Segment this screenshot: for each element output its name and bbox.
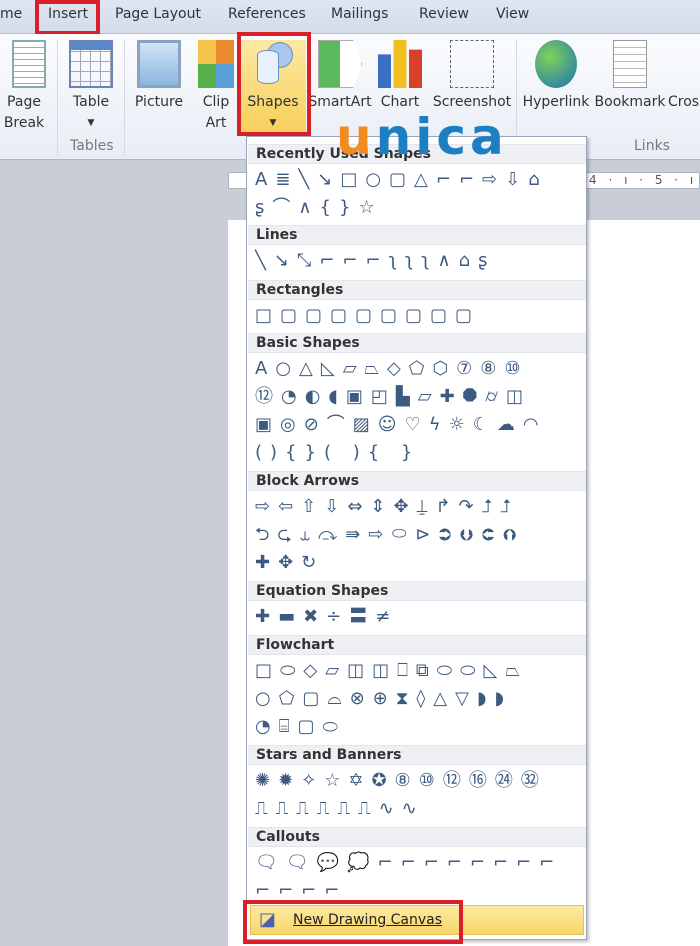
section-header: Callouts (248, 827, 586, 847)
page-break-icon (12, 40, 46, 88)
shape-icon-row[interactable]: ◔⌸▢⬭ (255, 714, 585, 740)
tab-references[interactable]: References (228, 6, 306, 22)
highlight-shapes (237, 32, 311, 136)
shape-icon-row[interactable]: ✚▬✖÷〓≠ (255, 604, 585, 630)
section-header: Block Arrows (248, 471, 586, 491)
tab-view[interactable]: View (496, 6, 529, 22)
shape-icon-row[interactable]: □⬭◇▱◫◫⎕⧉⬭⬭◺⏢ (255, 658, 585, 684)
page-break-button[interactable]: Page Break (0, 40, 48, 134)
smartart-icon (318, 40, 362, 88)
divider (57, 40, 58, 156)
shape-icon-row[interactable]: ⑫◔◐◖▣◰▙▱✚⯃⌭◫ (255, 384, 585, 410)
section-header: Flowchart (248, 635, 586, 655)
section-header: Rectangles (248, 280, 586, 300)
table-icon (69, 40, 113, 88)
section-header: Stars and Banners (248, 745, 586, 765)
chevron-down-icon: ▼ (87, 118, 95, 128)
unica-watermark-logo: unica (336, 108, 508, 166)
globe-link-icon (535, 40, 577, 88)
group-links: Links (634, 138, 670, 154)
picture-icon (137, 40, 181, 88)
chart-icon (378, 40, 422, 88)
table-button[interactable]: Table ▼ (66, 40, 116, 134)
shape-icon-row[interactable]: 🗨🗨💬💭⌐⌐⌐⌐⌐⌐⌐⌐ (255, 850, 585, 876)
section-header: Lines (248, 225, 586, 245)
shape-icon-row[interactable]: □▢▢▢▢▢▢▢▢ (255, 303, 585, 329)
cross-reference-button[interactable]: Cros (668, 40, 700, 113)
highlight-new-canvas (243, 900, 463, 944)
picture-button[interactable]: Picture (132, 40, 186, 113)
shape-icon-row[interactable]: ✺✹✧☆✡✪⑧⑩⑫⑯㉔㉜ (255, 768, 585, 794)
shapes-gallery: ◪ New Drawing Canvas Recently Used Shapes… (246, 136, 587, 940)
shape-icon-row[interactable]: ⇨⇦⇧⇩⇔⇕✥⍊↱↷⮥⮥ (255, 494, 585, 520)
highlight-insert (35, 0, 100, 35)
shape-icon-row[interactable]: A○△◺▱⏢◇⬠⬡⑦⑧⑩ (255, 356, 585, 382)
screenshot-button[interactable]: Screenshot (430, 40, 514, 113)
smartart-button[interactable]: SmartArt (308, 40, 372, 113)
bookmark-icon (613, 40, 647, 88)
shape-icon-row[interactable]: ⮌⮎⥿⤼⇛⇨⬭⊳⮊⮋⮈⮉ (255, 522, 585, 548)
shape-icon-row[interactable]: ⎍⎍⎍⎍⎍⎍∿∿ (255, 796, 585, 822)
shape-icon-row[interactable]: A≣╲↘□○▢△⌐⌐⇨⇩⌂ (255, 167, 585, 193)
tab-page-layout[interactable]: Page Layout (115, 6, 201, 22)
tab-home[interactable]: me (0, 6, 22, 22)
shape-icon-row[interactable]: ✚✥↻ (255, 550, 585, 576)
section-header: Equation Shapes (248, 581, 586, 601)
group-tables: Tables (70, 138, 114, 154)
shape-icon-row[interactable]: ○⬠▢⌓⊗⊕⧗◊△▽◗◗ (255, 686, 585, 712)
hyperlink-button[interactable]: Hyperlink (520, 40, 592, 113)
section-header: Basic Shapes (248, 333, 586, 353)
clip-art-button[interactable]: Clip Art (194, 40, 238, 134)
clip-art-icon (198, 40, 234, 88)
shape-icon-row[interactable]: (){}( ){ } (255, 440, 585, 466)
bookmark-button[interactable]: Bookmark (594, 40, 666, 113)
tab-mailings[interactable]: Mailings (331, 6, 388, 22)
divider (124, 40, 125, 156)
shape-icon-row[interactable]: ʂ⌒∧{}☆ (255, 195, 585, 221)
chart-button[interactable]: Chart (376, 40, 424, 113)
shape-icon-row[interactable]: ▣◎⊘⌒▨☺♡ϟ☼☾☁◠ (255, 412, 585, 438)
ribbon-tabs: me Insert Page Layout References Mailing… (0, 0, 700, 34)
tab-review[interactable]: Review (419, 6, 469, 22)
shape-icon-row[interactable]: ╲↘⤡⌐⌐⌐ʅʅʅ∧⌂ʂ (255, 248, 585, 274)
screenshot-icon (450, 40, 494, 88)
